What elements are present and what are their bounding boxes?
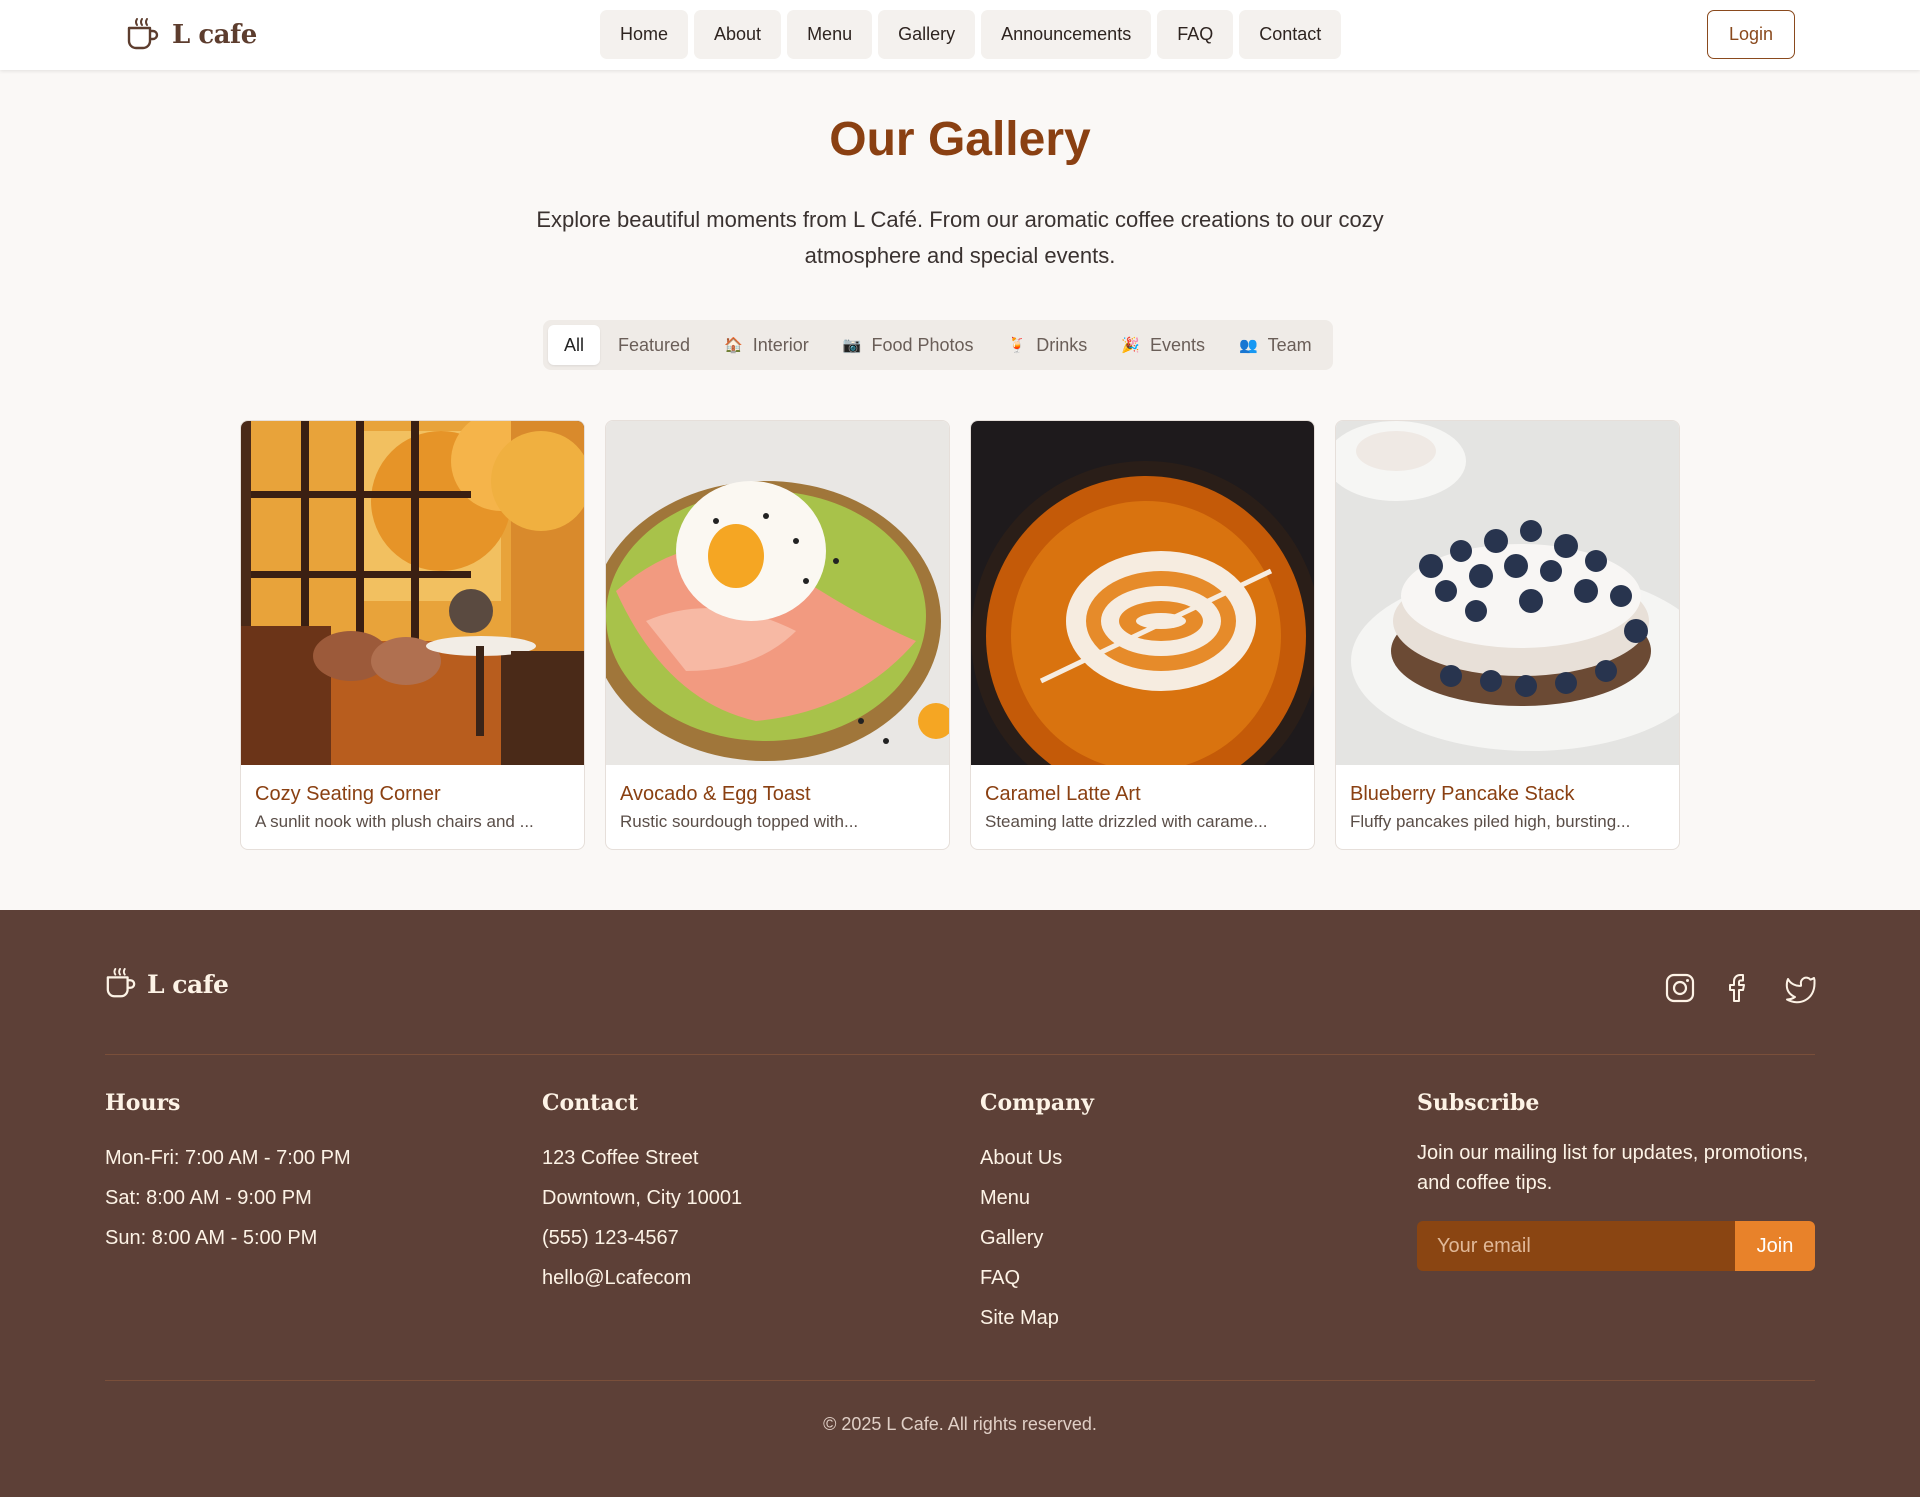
card-title: Blueberry Pancake Stack <box>1350 783 1575 805</box>
footer-divider <box>105 1380 1815 1381</box>
filter-interior[interactable]: 🏠 Interior <box>708 325 825 365</box>
people-icon: 👥 <box>1238 337 1258 354</box>
nav-faq[interactable]: FAQ <box>1157 10 1234 59</box>
footer-brand-name: L cafe <box>147 969 229 999</box>
hours-heading: Hours <box>105 1090 181 1116</box>
coffee-cup-icon <box>106 967 136 998</box>
filter-food-photos[interactable]: 📷 Food Photos <box>827 325 990 365</box>
contact-heading: Contact <box>542 1090 639 1116</box>
gallery-intro: Explore beautiful moments from L Café. F… <box>536 207 1384 268</box>
email-input[interactable] <box>1417 1221 1735 1271</box>
company-heading: Company <box>980 1090 1094 1116</box>
filter-label: Food Photos <box>871 334 974 355</box>
avocado-toast-image <box>606 421 949 765</box>
gallery-card[interactable]: Caramel Latte Art Steaming latte drizzle… <box>970 420 1315 850</box>
card-description: Fluffy pancakes piled high, bursting... <box>1350 812 1631 831</box>
filter-label: All <box>564 334 585 355</box>
card-title: Avocado & Egg Toast <box>620 783 811 805</box>
subscribe-form: Join <box>1417 1221 1815 1271</box>
coffee-cup-icon <box>127 18 159 50</box>
subscribe-text: Join our mailing list for updates, promo… <box>1417 1142 1809 1194</box>
footer-link-menu[interactable]: Menu <box>980 1178 1094 1218</box>
blueberry-pancake-image <box>1336 421 1679 765</box>
contact-column: Contact 123 Coffee Street Downtown, City… <box>542 1090 742 1298</box>
party-popper-icon: 🎉 <box>1121 337 1140 354</box>
nav-contact[interactable]: Contact <box>1239 10 1342 59</box>
footer-link-gallery[interactable]: Gallery <box>980 1218 1094 1258</box>
card-description: A sunlit nook with plush chairs and ... <box>255 812 534 831</box>
cozy-seating-image <box>241 421 584 765</box>
twitter-icon[interactable] <box>1784 972 1816 1004</box>
latte-art-image <box>971 421 1314 765</box>
footer-link-about-us[interactable]: About Us <box>980 1138 1094 1178</box>
footer-brand[interactable]: L cafe <box>105 967 229 1001</box>
card-description: Steaming latte drizzled with carame... <box>985 812 1268 831</box>
footer-divider <box>105 1054 1815 1055</box>
copyright: © 2025 L Cafe. All rights reserved. <box>823 1414 1097 1434</box>
camera-icon: 📷 <box>842 337 862 354</box>
footer-link-faq[interactable]: FAQ <box>980 1258 1094 1298</box>
filter-label: Interior <box>752 334 809 355</box>
nav-gallery[interactable]: Gallery <box>878 10 976 59</box>
drink-icon: 🍹 <box>1007 337 1027 354</box>
house-icon: 🏠 <box>724 337 743 354</box>
page-title: Our Gallery <box>829 113 1091 166</box>
gallery-card[interactable]: Avocado & Egg Toast Rustic sourdough top… <box>605 420 950 850</box>
brand-logo[interactable]: L cafe <box>126 15 257 55</box>
hours-line: Sun: 8:00 AM - 5:00 PM <box>105 1227 318 1249</box>
subscribe-heading: Subscribe <box>1417 1090 1540 1116</box>
filter-drinks[interactable]: 🍹 Drinks <box>992 325 1104 365</box>
instagram-icon[interactable] <box>1664 972 1696 1004</box>
card-title: Cozy Seating Corner <box>255 783 441 805</box>
nav-announcements[interactable]: Announcements <box>981 10 1152 59</box>
filter-label: Drinks <box>1036 334 1088 355</box>
filter-label: Featured <box>618 334 691 355</box>
facebook-icon[interactable] <box>1724 972 1756 1004</box>
site-footer: L cafe Hours Mon-Fri: 7:00 AM - 7:00 PM … <box>0 910 1920 1497</box>
footer-link-site-map[interactable]: Site Map <box>980 1298 1094 1338</box>
gallery-filter-tabs: All Featured 🏠 Interior 📷 Food Photos 🍹 … <box>543 320 1333 370</box>
gallery-card[interactable]: Cozy Seating Corner A sunlit nook with p… <box>240 420 585 850</box>
card-description: Rustic sourdough topped with... <box>620 812 859 831</box>
contact-line: Downtown, City 10001 <box>542 1187 743 1209</box>
contact-line: 123 Coffee Street <box>542 1147 699 1169</box>
hours-line: Mon-Fri: 7:00 AM - 7:00 PM <box>105 1147 351 1169</box>
filter-label: Events <box>1149 334 1205 355</box>
brand-name: L cafe <box>172 20 257 50</box>
nav-about[interactable]: About <box>694 10 782 59</box>
join-button[interactable]: Join <box>1735 1221 1815 1271</box>
filter-team[interactable]: 👥 Team <box>1223 325 1328 365</box>
company-column: Company About Us Menu Gallery FAQ Site M… <box>980 1090 1094 1338</box>
gallery-grid: Cozy Seating Corner A sunlit nook with p… <box>240 420 1680 850</box>
nav-menu[interactable]: Menu <box>787 10 873 59</box>
contact-phone[interactable]: (555) 123-4567 <box>542 1218 742 1258</box>
filter-events[interactable]: 🎉 Events <box>1105 325 1221 365</box>
hours-line: Sat: 8:00 AM - 9:00 PM <box>105 1187 312 1209</box>
filter-label: Team <box>1267 334 1312 355</box>
main-nav: Home About Menu Gallery Announcements FA… <box>600 10 1342 59</box>
subscribe-column: Subscribe Join our mailing list for upda… <box>1417 1090 1837 1198</box>
card-title: Caramel Latte Art <box>985 783 1141 805</box>
nav-home[interactable]: Home <box>600 10 689 59</box>
filter-all[interactable]: All <box>548 325 601 365</box>
hours-column: Hours Mon-Fri: 7:00 AM - 7:00 PM Sat: 8:… <box>105 1090 351 1258</box>
gallery-card[interactable]: Blueberry Pancake Stack Fluffy pancakes … <box>1335 420 1680 850</box>
contact-email[interactable]: hello@Lcafecom <box>542 1258 742 1298</box>
site-header: L cafe Home About Menu Gallery Announcem… <box>0 0 1920 70</box>
filter-featured[interactable]: Featured <box>602 325 706 365</box>
login-button[interactable]: Login <box>1707 10 1795 59</box>
